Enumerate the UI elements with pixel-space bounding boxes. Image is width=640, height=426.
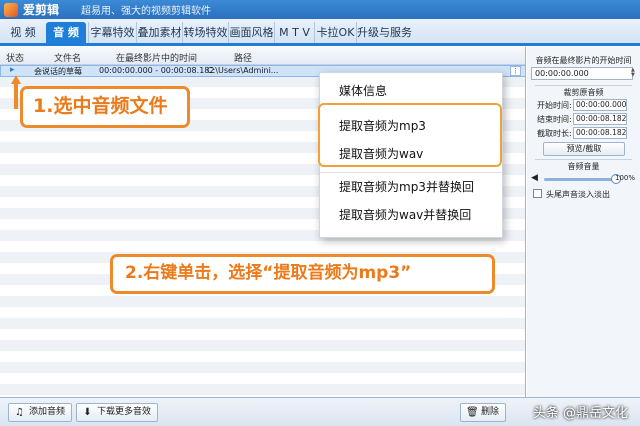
download-more-button[interactable]: ⬇ 下载更多音效 [76, 403, 159, 422]
fade-label: 头尾声音淡入淡出 [546, 190, 610, 199]
music-note-icon: ♫ [15, 407, 24, 418]
spinner-icon[interactable]: ▲ ▼ [631, 68, 639, 79]
volume-slider[interactable]: ◀ 100% [531, 173, 639, 185]
row-filename: 会说话的草莓 [34, 67, 82, 76]
row-time: 00:00:00.000 - 00:00:08.182 [99, 66, 215, 75]
clip-audio-title: 裁剪原音频 [563, 88, 604, 97]
menu-item-media-info[interactable]: 媒体信息 [339, 82, 387, 100]
divider [535, 85, 632, 86]
main-tab-bar: 视 频 音 频 字幕特效 叠加素材 转场特效 画面风格 M T V 卡拉OK 升… [0, 19, 640, 46]
col-status[interactable]: 状态 [6, 51, 24, 64]
callout-step-1: 1.选中音频文件 [20, 86, 190, 128]
row-path: C:\Users\Admini... [207, 66, 279, 75]
download-icon: ⬇ [83, 407, 92, 418]
app-name: 爱剪辑 [23, 3, 60, 17]
clip-end-field[interactable]: 结束时间: 00:00:08.182 [537, 113, 637, 125]
menu-separator [320, 172, 502, 173]
volume-title: 音频音量 [567, 162, 600, 171]
preview-clip-button[interactable]: 预览/截取 [543, 142, 625, 156]
arrow-stem [14, 83, 18, 109]
tab-underline [0, 43, 640, 46]
start-time-title: 音频在最终影片的开始时间 [535, 56, 632, 65]
volume-value: 100% [614, 174, 635, 182]
title-bar: 爱剪辑 超易用、强大的视频剪辑软件 [0, 0, 640, 19]
divider [535, 159, 632, 160]
menu-item-extract-mp3-replace[interactable]: 提取音频为mp3并替换回 [339, 178, 474, 196]
volume-track[interactable] [544, 178, 616, 181]
column-header: 状态 文件名 在最终影片中的时间 路径 [0, 47, 525, 65]
row-more-button[interactable]: ⋮ [510, 66, 521, 76]
play-icon: ▸ [10, 65, 15, 75]
watermark: 头条 @鼎岳文化 [532, 406, 628, 421]
audio-settings-panel: 音频在最终影片的开始时间 00:00:00.000 ▲ ▼ 裁剪原音频 开始时间:… [527, 47, 640, 397]
col-path[interactable]: 路径 [234, 51, 252, 64]
col-time[interactable]: 在最终影片中的时间 [116, 51, 197, 64]
bottom-toolbar: ♫ 添加音频 ⬇ 下载更多音效 🗑 删除 头条 @鼎岳文化 [0, 397, 640, 426]
fade-checkbox[interactable] [533, 189, 542, 198]
col-filename[interactable]: 文件名 [54, 51, 81, 64]
menu-item-extract-wav-replace[interactable]: 提取音频为wav并替换回 [339, 206, 471, 224]
callout-step-2: 2.右键单击，选择“提取音频为mp3” [110, 254, 495, 294]
add-audio-button[interactable]: ♫ 添加音频 [8, 403, 73, 422]
speaker-icon: ◀ [531, 173, 538, 183]
app-slogan: 超易用、强大的视频剪辑软件 [81, 6, 212, 17]
app-logo-icon [4, 2, 18, 17]
clip-duration-field[interactable]: 截取时长: 00:00:08.182 [537, 127, 637, 139]
fade-option[interactable]: 头尾声音淡入淡出 [533, 188, 639, 200]
delete-button[interactable]: 🗑 删除 [460, 403, 507, 422]
clip-start-field[interactable]: 开始时间: 00:00:00.000 [537, 99, 637, 111]
start-time-input[interactable]: 00:00:00.000 ▲ ▼ [531, 67, 639, 81]
menu-highlight-box [318, 103, 502, 167]
trash-icon: 🗑 [466, 407, 479, 418]
